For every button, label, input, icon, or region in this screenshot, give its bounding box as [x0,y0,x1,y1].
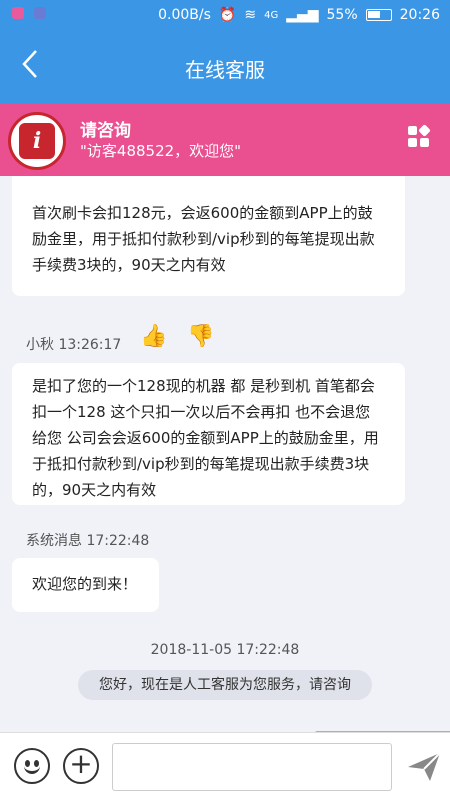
emoji-icon [16,750,47,781]
nav-bar: 在线客服 [0,32,450,104]
message-input[interactable] [112,743,392,791]
system-notice: 您好，现在是人工客服为您服务，请咨询 [78,670,372,700]
thumbs-down-icon[interactable]: 👎 [187,324,214,349]
emoji-button[interactable] [14,748,50,784]
battery-icon [365,9,392,21]
consult-header: i 请咨询 "访客488522，欢迎您" [0,104,450,176]
input-bar: + [0,732,450,800]
message-bubble-2: 是扣了您的一个128现的机器 都 是秒到机 首笔都会扣一个128 这个只扣一次以… [12,363,405,505]
message-bubble-1: 首次刷卡会扣128元，会返600的金额到APP上的鼓励金里，用于抵扣付款秒到/v… [12,176,405,296]
wifi-icon: ≋ [244,7,257,23]
status-bar: 0.00B/s ⏰ ≋ 4G ▂▄▆ 55% 20:26 [0,0,450,32]
grid-menu-button[interactable] [408,124,431,148]
message-meta-3: 系统消息 17:22:48 [26,533,150,549]
plus-icon: + [69,747,93,780]
chat-area[interactable]: 首次刷卡会扣128元，会返600的金额到APP上的鼓励金里，用于抵扣付款秒到/v… [0,176,450,732]
send-button[interactable] [406,749,442,785]
date-divider: 2018-11-05 17:22:48 [150,642,300,658]
consult-title: 请咨询 [80,121,131,141]
info-icon: i [19,123,55,159]
message-bubble-3: 欢迎您的到来！ [12,558,159,612]
thumbs-up-icon[interactable]: 👍 [140,324,167,349]
battery-percent: 55% [326,7,358,23]
network-type: 4G [264,9,279,21]
app-notification-icon-2 [34,7,46,19]
page-title: 在线客服 [185,58,265,82]
top-bar: 0.00B/s ⏰ ≋ 4G ▂▄▆ 55% 20:26 在线客服 [0,0,450,104]
rating-controls: 👍 👎 [140,324,215,349]
signal-icon: ▂▄▆ [286,7,319,23]
network-speed: 0.00B/s [158,7,211,23]
app-notification-icon [12,7,24,19]
alarm-icon: ⏰ [218,7,237,23]
plus-button[interactable]: + [63,748,99,784]
visitor-greeting: "访客488522，欢迎您" [80,142,242,160]
service-logo: i [8,112,66,170]
message-meta-2: 小秋 13:26:17 [26,337,122,353]
send-icon [408,752,441,781]
clock: 20:26 [399,7,440,23]
